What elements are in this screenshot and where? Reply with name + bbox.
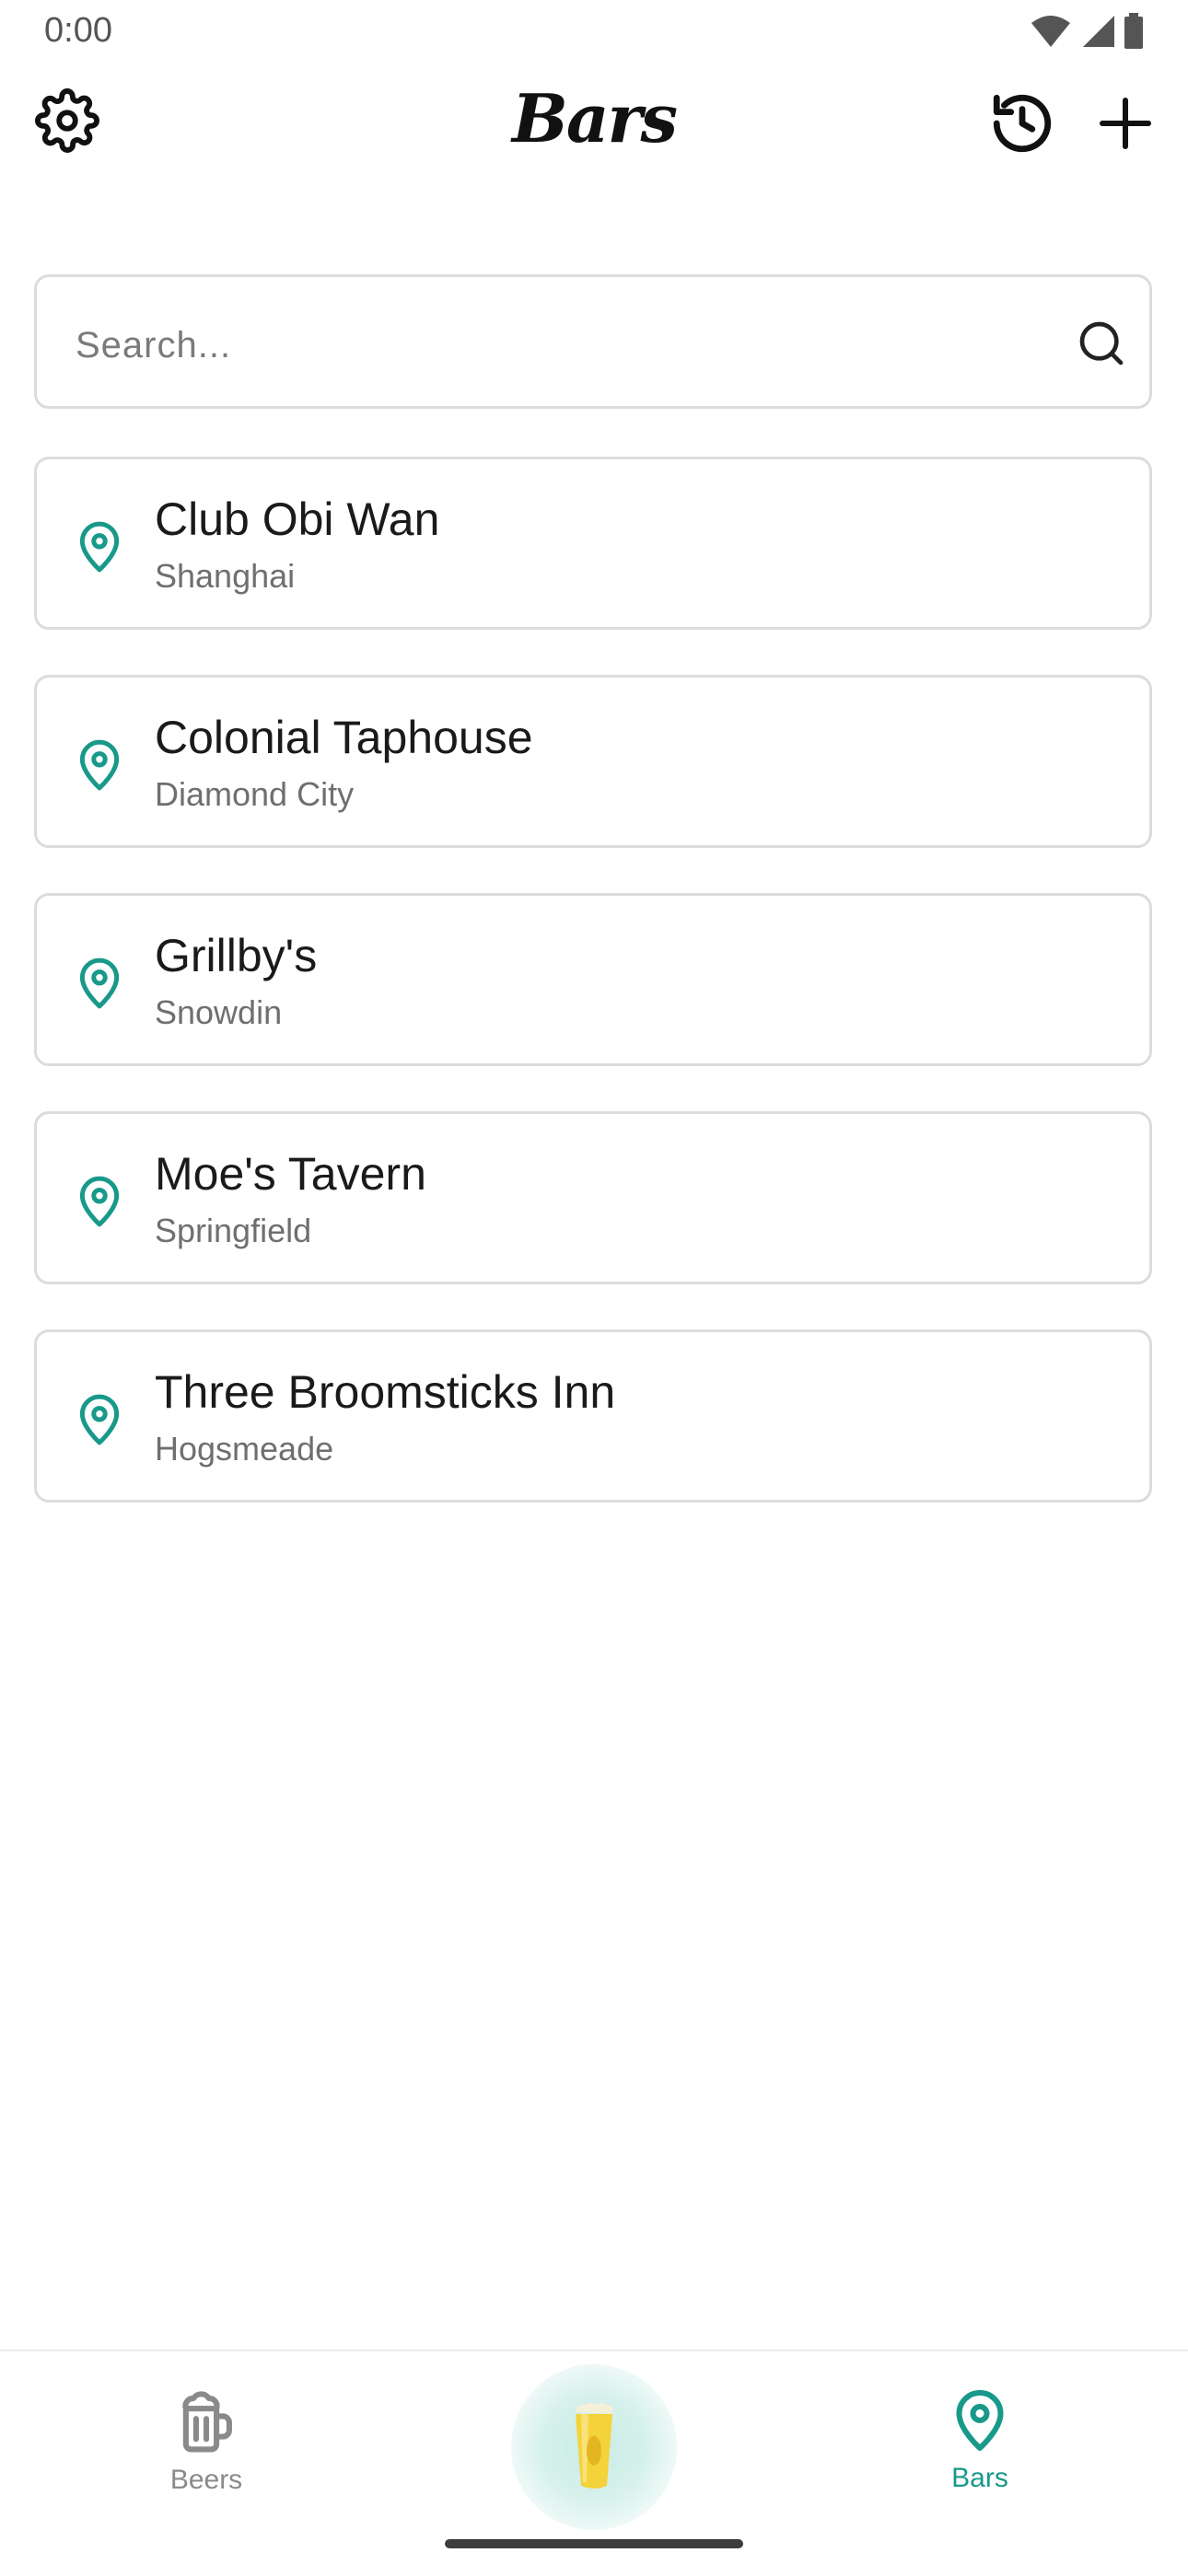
bar-name: Grillby's bbox=[155, 930, 318, 981]
nav-label-bars: Bars bbox=[951, 2463, 1008, 2493]
bar-name: Three Broomsticks Inn bbox=[155, 1366, 616, 1418]
map-pin-icon bbox=[79, 521, 120, 573]
nav-tab-beers[interactable]: Beers bbox=[114, 2388, 298, 2496]
map-pin-icon bbox=[79, 957, 120, 1009]
bar-name: Club Obi Wan bbox=[155, 493, 440, 545]
map-pin-icon bbox=[79, 1394, 120, 1445]
search-icon[interactable] bbox=[1076, 318, 1127, 369]
battery-icon bbox=[1124, 13, 1143, 49]
search-box bbox=[34, 274, 1152, 409]
bar-city: Hogsmeade bbox=[155, 1430, 334, 1468]
list-item[interactable]: Grillby's Snowdin bbox=[34, 893, 1152, 1066]
bar-city: Diamond City bbox=[155, 775, 355, 813]
bar-name: Moe's Tavern bbox=[155, 1148, 426, 1200]
status-icons bbox=[1030, 13, 1144, 50]
list-item[interactable]: Moe's Tavern Springfield bbox=[34, 1111, 1152, 1284]
beer-mug-icon bbox=[182, 2391, 232, 2453]
map-pin-icon bbox=[79, 1176, 120, 1227]
bar-city: Springfield bbox=[155, 1212, 312, 1249]
add-button[interactable] bbox=[1087, 85, 1164, 162]
signal-icon bbox=[1083, 16, 1114, 47]
map-pin-icon bbox=[79, 739, 120, 791]
beer-glass-icon bbox=[576, 2403, 613, 2489]
search-input[interactable] bbox=[74, 312, 1054, 378]
status-bar: 0:00 bbox=[0, 0, 1188, 66]
app-bar: Bars bbox=[0, 74, 1188, 175]
list-item[interactable]: Club Obi Wan Shanghai bbox=[34, 457, 1152, 630]
status-time: 0:00 bbox=[44, 11, 112, 50]
bar-city: Shanghai bbox=[155, 557, 296, 595]
nav-tab-bars[interactable]: Bars bbox=[888, 2388, 1072, 2494]
history-icon bbox=[993, 94, 1052, 153]
bar-name: Colonial Taphouse bbox=[155, 712, 533, 763]
plus-icon bbox=[1100, 98, 1151, 149]
bar-city: Snowdin bbox=[155, 993, 283, 1031]
map-pin-icon bbox=[956, 2390, 1004, 2451]
bar-list: Club Obi Wan Shanghai Colonial Taphouse … bbox=[34, 457, 1152, 1548]
home-indicator[interactable] bbox=[445, 2539, 743, 2548]
nav-label-beers: Beers bbox=[169, 2465, 243, 2495]
wifi-icon bbox=[1031, 16, 1070, 47]
list-item[interactable]: Three Broomsticks Inn Hogsmeade bbox=[34, 1329, 1152, 1503]
center-beer-button[interactable] bbox=[511, 2364, 677, 2530]
history-button[interactable] bbox=[984, 85, 1061, 162]
list-item[interactable]: Colonial Taphouse Diamond City bbox=[34, 675, 1152, 848]
